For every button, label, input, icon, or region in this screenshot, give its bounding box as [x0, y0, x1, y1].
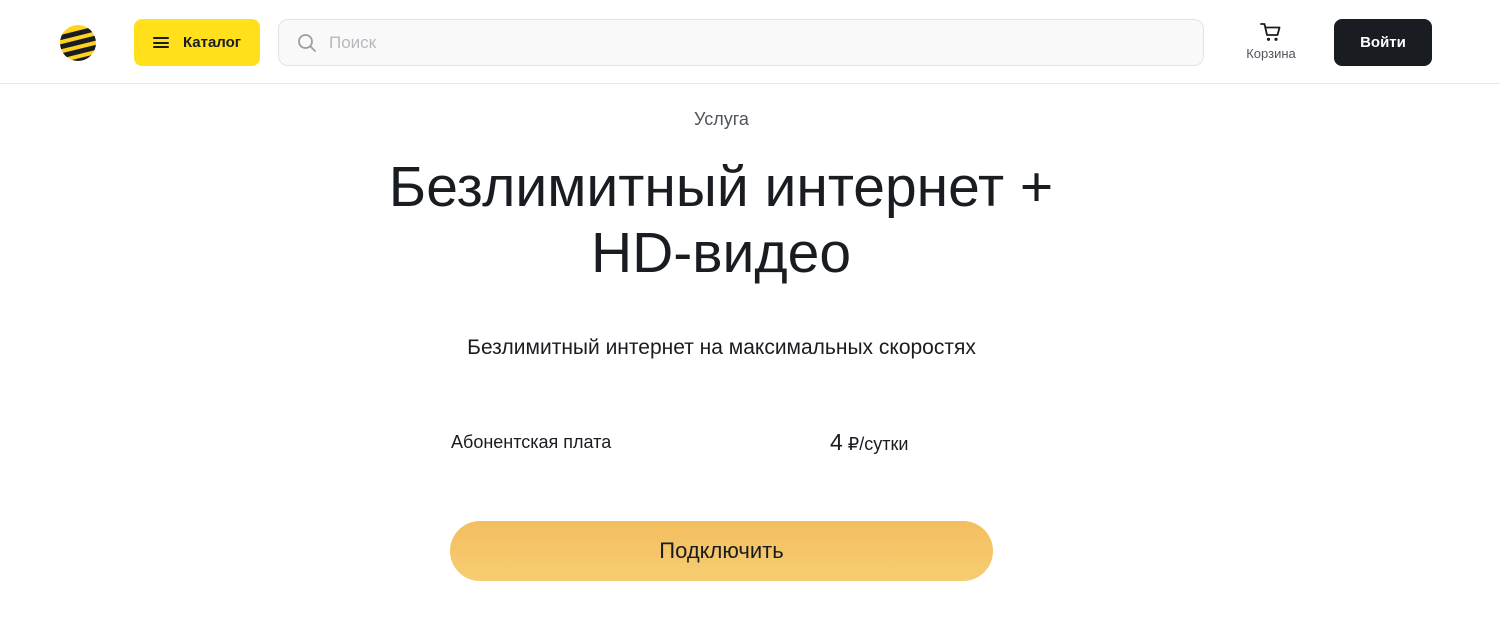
catalog-button[interactable]: Каталог	[134, 19, 260, 66]
page-title: Безлимитный интернет + HD-видео	[388, 155, 1054, 285]
connect-button[interactable]: Подключить	[450, 521, 993, 581]
fee-amount: 4	[830, 429, 843, 455]
catalog-label: Каталог	[182, 34, 242, 51]
cart-label: Корзина	[1246, 46, 1296, 61]
cart-icon	[1260, 23, 1281, 41]
login-button[interactable]: Войти	[1334, 19, 1432, 66]
service-description: Безлимитный интернет на максимальных ско…	[467, 336, 976, 359]
search-bar	[278, 19, 1204, 66]
subscription-fee-value: 4 ₽/сутки	[830, 429, 908, 456]
search-icon	[298, 33, 316, 52]
search-input[interactable]	[327, 31, 1151, 54]
cart-button[interactable]: Корзина	[1240, 22, 1302, 66]
top-header: Каталог Корзина Войти	[0, 0, 1500, 84]
subscription-fee-label: Абонентская плата	[451, 432, 612, 452]
service-page: Услуга Безлимитный интернет + HD-видео Б…	[0, 84, 1500, 622]
burger-menu-icon	[152, 37, 169, 48]
beeline-logo-icon[interactable]	[59, 24, 97, 62]
fee-unit: ₽/сутки	[847, 434, 909, 454]
service-type-label: Услуга	[694, 109, 749, 129]
